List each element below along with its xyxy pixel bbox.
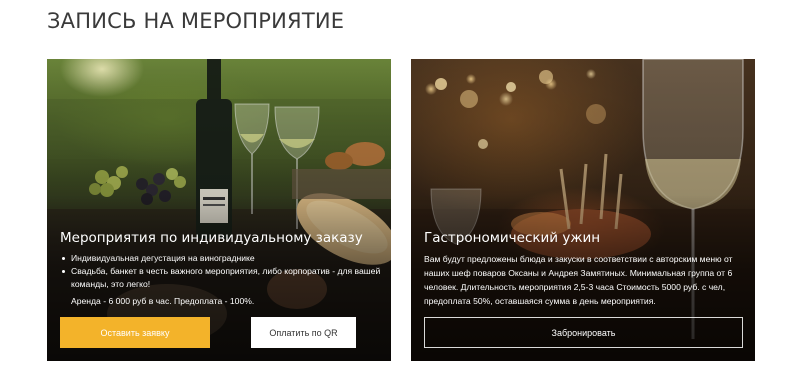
card-overlay: [47, 59, 391, 361]
leave-request-button[interactable]: Оставить заявку: [60, 317, 210, 348]
pay-qr-button[interactable]: Оплатить по QR: [251, 317, 356, 348]
card-title: Гастрономический ужин: [424, 230, 601, 246]
section-title: ЗАПИСЬ НА МЕРОПРИЯТИЕ: [47, 9, 345, 33]
event-card-gastro: Гастрономический ужин Вам будут предложе…: [411, 59, 755, 361]
rent-price-text: Аренда - 6 000 руб в час. Предоплата - 1…: [71, 296, 255, 306]
feature-item: Индивидуальная дегустация на виноградник…: [60, 252, 382, 265]
card-title: Мероприятия по индивидуальному заказу: [60, 230, 363, 246]
book-button[interactable]: Забронировать: [424, 317, 743, 348]
event-description: Вам будут предложены блюда и закуски в с…: [424, 254, 733, 306]
event-card-custom: Мероприятия по индивидуальному заказу Ин…: [47, 59, 391, 361]
features-list: Индивидуальная дегустация на виноградник…: [60, 252, 382, 291]
feature-item: Свадьба, банкет в честь важного мероприя…: [60, 265, 382, 291]
card-overlay: [411, 59, 755, 361]
